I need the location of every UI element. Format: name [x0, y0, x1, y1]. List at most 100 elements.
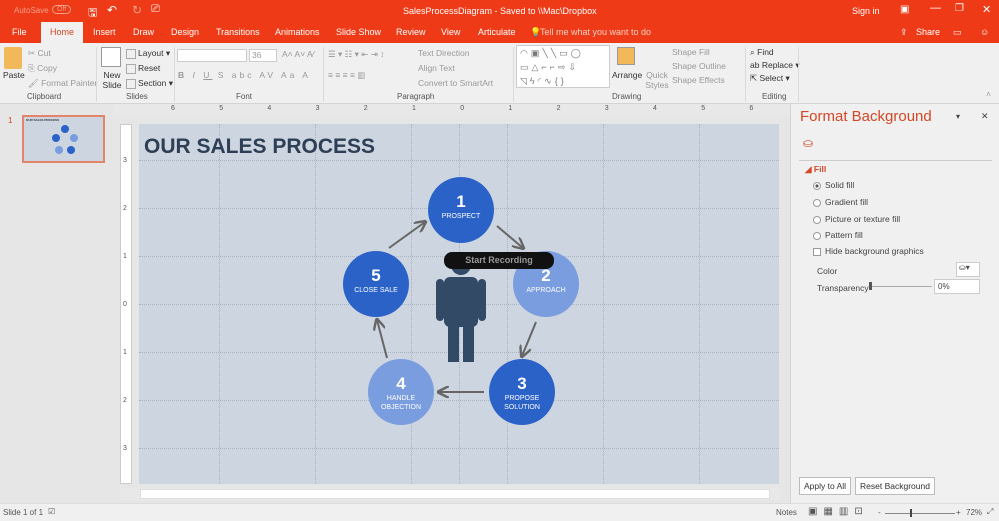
clipboard-group-label: Clipboard — [27, 92, 62, 101]
list-buttons[interactable]: ☰ ▾ ☷ ▾ ⇤ ⇥ ↕ — [328, 49, 384, 60]
option-label: Solid fill — [825, 180, 855, 190]
shape-fill-button[interactable]: Shape Fill — [672, 47, 710, 57]
tab-home[interactable]: Home — [41, 22, 84, 43]
zoom-in-button[interactable]: + — [956, 508, 961, 517]
transparency-input[interactable]: 0% — [934, 279, 980, 294]
reset-background-button[interactable]: Reset Background — [855, 477, 935, 495]
cut-button[interactable]: ✂ Cut — [28, 48, 51, 59]
feedback-smiley-icon[interactable]: ☺ — [980, 27, 989, 37]
present-icon[interactable]: ⎚ — [151, 3, 160, 16]
step-handle-objection[interactable]: 4 HANDLE OBJECTION — [368, 359, 434, 425]
solid-fill-radio[interactable]: Solid fill — [813, 180, 854, 190]
tell-me-input[interactable]: Tell me what you want to do — [540, 27, 651, 37]
format-painter-button[interactable]: 🖌 Format Painter — [28, 78, 97, 89]
new-slide-button[interactable]: New Slide — [100, 70, 124, 90]
thumbnail-circle — [61, 125, 69, 133]
slide-canvas[interactable]: OUR SALES PROCESS 1 PROSPECT 2 APPROACH 3P… — [139, 124, 779, 484]
layout-button[interactable]: Layout ▾ — [126, 48, 170, 59]
step-prospect[interactable]: 1 PROSPECT — [428, 177, 494, 243]
section-button[interactable]: Section ▾ — [126, 78, 173, 89]
tab-insert[interactable]: Insert — [93, 27, 116, 37]
spelling-icon[interactable]: ☑ — [48, 507, 55, 516]
tab-file[interactable]: File — [12, 27, 27, 37]
pane-options-icon[interactable]: ▾ — [956, 112, 960, 121]
text-direction-button[interactable]: Text Direction — [418, 48, 470, 58]
zoom-slider[interactable] — [885, 513, 955, 514]
horizontal-scrollbar[interactable] — [120, 488, 780, 500]
fill-bucket-icon[interactable]: ⛀ — [803, 136, 813, 150]
ruler-tick-label: 3 — [123, 157, 127, 164]
share-icon[interactable]: ⇪ — [900, 27, 908, 38]
redo-icon[interactable]: ↻ — [132, 3, 142, 17]
apply-to-all-button[interactable]: Apply to All — [799, 477, 852, 495]
paste-button[interactable]: Paste — [3, 70, 25, 80]
tab-slide-show[interactable]: Slide Show — [336, 27, 381, 37]
color-picker-button[interactable]: ⛀▾ — [956, 262, 980, 277]
step-propose-solution[interactable]: 3 PROPOSE SOLUTION — [489, 359, 555, 425]
autosave-toggle[interactable]: Off — [52, 5, 72, 14]
zoom-slider-thumb[interactable] — [910, 509, 912, 517]
thumbnail-circle — [55, 146, 63, 154]
scroll-thumb[interactable] — [140, 489, 770, 499]
font-format-buttons[interactable]: B I U S abc AV Aa A — [178, 70, 311, 80]
tab-articulate[interactable]: Articulate — [478, 27, 516, 37]
collapse-ribbon-icon[interactable]: ˄ — [986, 89, 991, 99]
replace-button[interactable]: ab Replace ▾ — [750, 60, 800, 71]
tab-design[interactable]: Design — [171, 27, 199, 37]
step-close-sale[interactable]: 5 CLOSE SALE — [343, 251, 409, 317]
ruler-tick-label: 1 — [123, 349, 127, 356]
tab-draw[interactable]: Draw — [133, 27, 154, 37]
sign-in-link[interactable]: Sign in — [852, 6, 880, 16]
font-grow-shrink-icons[interactable]: A˄ A˅ A⁄ — [282, 49, 314, 59]
pane-close-icon[interactable]: ✕ — [981, 111, 989, 122]
zoom-level[interactable]: 72% — [966, 508, 982, 517]
ruler-tick-label: 3 — [123, 445, 127, 452]
select-button[interactable]: ⇱ Select ▾ — [750, 73, 790, 84]
shape-effects-button[interactable]: Shape Effects — [672, 75, 725, 85]
start-recording-button[interactable]: Start Recording — [444, 252, 554, 269]
transparency-slider[interactable] — [870, 286, 932, 287]
quick-styles-button[interactable]: Quick Styles — [645, 70, 669, 90]
arrange-icon[interactable] — [617, 47, 635, 65]
align-buttons[interactable]: ≡ ≡ ≡ ≡ ▥ — [328, 70, 365, 81]
slide-thumbnail[interactable]: OUR SALES PROCESS — [22, 115, 105, 163]
shapes-gallery[interactable]: ◠▣╲╲▭◯ ▭△⌐⌐⇨⇩ ◹ϟ◜∿{} — [516, 45, 610, 88]
transparency-slider-thumb[interactable] — [869, 282, 872, 290]
notes-button[interactable]: Notes — [776, 508, 797, 517]
ribbon-display-icon[interactable]: ▣ — [900, 4, 909, 15]
ruler-tick-label: 4 — [653, 105, 657, 112]
undo-icon[interactable]: ↶ — [107, 3, 117, 17]
fit-to-window-icon[interactable]: ⤢ — [987, 507, 993, 517]
pattern-fill-radio[interactable]: Pattern fill — [813, 230, 863, 240]
convert-smartart-button[interactable]: Convert to SmartArt — [418, 78, 493, 88]
hide-background-checkbox[interactable]: Hide background graphics — [813, 246, 924, 256]
fill-section-header[interactable]: ◢ Fill — [805, 164, 826, 175]
restore-icon[interactable]: ❐ — [955, 3, 964, 14]
tab-animations[interactable]: Animations — [275, 27, 320, 37]
save-icon[interactable]: 🖫 — [88, 4, 97, 23]
font-name-input[interactable] — [177, 49, 247, 62]
tab-transitions[interactable]: Transitions — [216, 27, 260, 37]
view-buttons[interactable]: ▣▦▥⊡ — [808, 506, 869, 517]
minimize-icon[interactable]: — — [930, 2, 941, 14]
shape-outline-button[interactable]: Shape Outline — [672, 61, 726, 71]
align-text-button[interactable]: Align Text — [418, 63, 455, 73]
new-slide-icon[interactable] — [101, 47, 121, 67]
reset-button[interactable]: Reset — [126, 63, 160, 74]
share-button[interactable]: Share — [916, 27, 940, 37]
copy-button[interactable]: ⎘ Copy — [28, 63, 57, 74]
tab-review[interactable]: Review — [396, 27, 426, 37]
tab-view[interactable]: View — [441, 27, 460, 37]
arrange-button[interactable]: Arrange — [612, 70, 642, 80]
close-icon[interactable]: ✕ — [982, 3, 991, 16]
find-button[interactable]: ⌕ Find — [750, 47, 774, 58]
comments-icon[interactable]: ▭ — [953, 27, 962, 38]
font-size-input[interactable]: 36 — [249, 49, 277, 62]
status-bar: Slide 1 of 1 ☑ Notes ▣▦▥⊡ - + 72% ⤢ — [0, 503, 999, 521]
paste-icon[interactable] — [4, 47, 22, 69]
zoom-out-button[interactable]: - — [878, 508, 881, 517]
arrow-4-to-5 — [377, 320, 388, 359]
gradient-fill-radio[interactable]: Gradient fill — [813, 197, 868, 207]
paragraph-group-label: Paragraph — [397, 92, 435, 101]
picture-fill-radio[interactable]: Picture or texture fill — [813, 214, 900, 224]
